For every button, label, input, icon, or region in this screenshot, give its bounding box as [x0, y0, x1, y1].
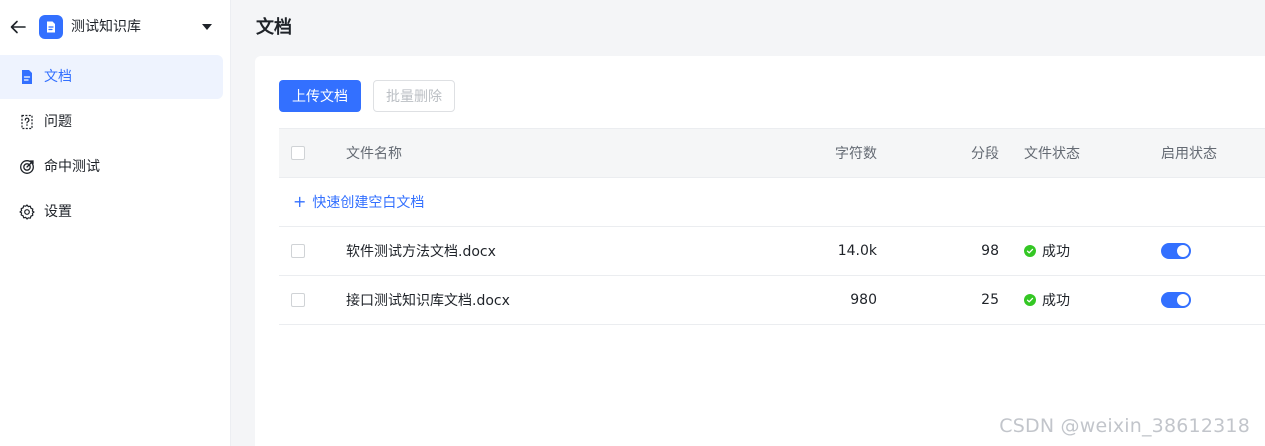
watermark: CSDN @weixin_38612318: [999, 415, 1250, 437]
table-row[interactable]: 接口测试知识库文档.docx 980 25 成功: [279, 276, 1265, 325]
row-checkbox[interactable]: [291, 244, 305, 258]
upload-document-button[interactable]: 上传文档: [279, 80, 361, 112]
sidebar-item-label: 问题: [44, 114, 72, 130]
segment-count: 25: [981, 292, 999, 308]
select-all-checkbox[interactable]: [291, 146, 305, 160]
file-status-label: 成功: [1042, 244, 1070, 260]
header-enable-status: 启用状态: [1161, 146, 1217, 162]
table-row[interactable]: 软件测试方法文档.docx 14.0k 98 成功: [279, 227, 1265, 276]
document-name[interactable]: 接口测试知识库文档.docx: [346, 276, 510, 324]
quick-create-label: 快速创建空白文档: [312, 195, 425, 211]
quick-create-row: + 快速创建空白文档: [279, 178, 1265, 227]
documents-table: 文件名称 字符数 分段 文件状态 启用状态 + 快速创建空白文档 软件测试方法文…: [279, 128, 1265, 325]
target-icon: [18, 158, 36, 176]
quick-create-blank-document-link[interactable]: + 快速创建空白文档: [279, 178, 424, 226]
header-segments: 分段: [971, 146, 999, 162]
sidebar-item-label: 设置: [44, 204, 72, 220]
sidebar-item-questions[interactable]: 问题: [0, 100, 223, 144]
gear-icon: [18, 203, 36, 221]
header-file-name: 文件名称: [346, 146, 402, 162]
sidebar-item-settings[interactable]: 设置: [0, 190, 223, 234]
sidebar-item-hit-test[interactable]: 命中测试: [0, 145, 223, 189]
sidebar-item-documents[interactable]: 文档: [0, 55, 223, 99]
header-char-count: 字符数: [835, 146, 877, 162]
file-status-label: 成功: [1042, 293, 1070, 309]
knowledge-base-header: 测试知识库: [0, 0, 231, 54]
knowledge-base-logo-icon: [39, 15, 63, 39]
document-icon: [18, 68, 36, 86]
plus-icon: +: [293, 192, 307, 211]
header-file-status: 文件状态: [1024, 146, 1080, 162]
segment-count: 98: [981, 243, 999, 259]
file-status: 成功: [1024, 227, 1070, 275]
table-header: 文件名称 字符数 分段 文件状态 启用状态: [279, 128, 1265, 178]
sidebar-item-label: 命中测试: [44, 159, 100, 175]
documents-panel: 上传文档 批量删除 文件名称 字符数 分段 文件状态 启用状态 + 快速创建空白…: [255, 56, 1265, 446]
sidebar: 测试知识库 文档 问题 命中测试 设置: [0, 0, 231, 446]
success-check-icon: [1024, 245, 1036, 257]
row-checkbox[interactable]: [291, 293, 305, 307]
knowledge-base-name: 测试知识库: [71, 19, 141, 35]
success-check-icon: [1024, 294, 1036, 306]
char-count: 14.0k: [837, 243, 877, 259]
document-name[interactable]: 软件测试方法文档.docx: [346, 227, 496, 275]
arrow-left-icon[interactable]: [8, 17, 28, 37]
page-title: 文档: [256, 17, 292, 38]
enable-toggle[interactable]: [1161, 292, 1191, 308]
char-count: 980: [850, 292, 877, 308]
sidebar-item-label: 文档: [44, 69, 72, 85]
caret-down-icon[interactable]: [200, 21, 214, 33]
question-icon: [18, 113, 36, 131]
batch-delete-button[interactable]: 批量删除: [373, 80, 455, 112]
file-status: 成功: [1024, 276, 1070, 324]
enable-toggle[interactable]: [1161, 243, 1191, 259]
